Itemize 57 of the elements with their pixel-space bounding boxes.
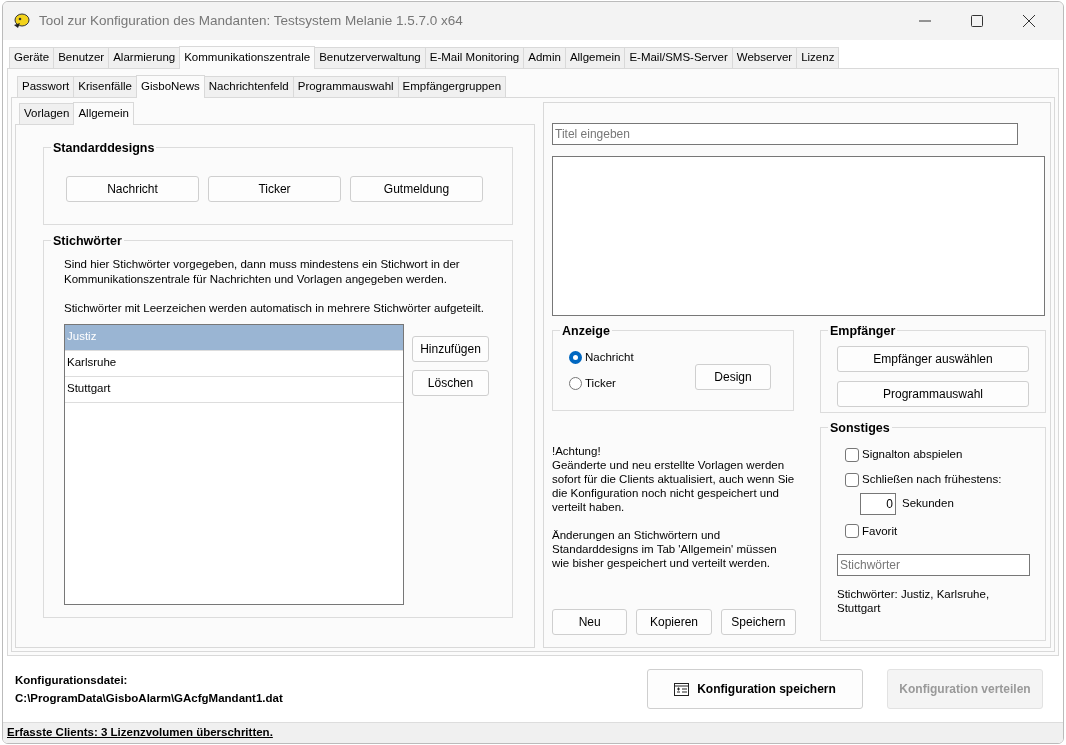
tab[interactable]: E-Mail Monitoring [424,47,525,68]
list-item[interactable]: Stuttgart [65,377,403,403]
hint-text: Stichwörter mit Leerzeichen werden automatisch in mehrere Stichwörter aufgeteilt. [64,301,485,316]
radio-option[interactable]: Ticker [569,374,695,392]
button[interactable]: Kopieren [636,609,712,635]
list-item[interactable]: Karlsruhe [65,351,403,377]
keyword-summary: Stichwörter: Justiz, Karlsruhe, Stuttgart [837,586,991,615]
checkbox-option[interactable]: Schließen nach frühestens: [837,471,1031,489]
button[interactable]: Design [695,363,771,390]
tab[interactable]: Kommunikationszentrale [179,46,316,69]
hint-text: Sind hier Stichwörter vorgegeben, dann muss mindestens ein Stichwort in der Kommunikationszentrale für Nachrichten und Vorlagen angegeben werden. [64,257,461,287]
maximize-icon[interactable] [970,14,984,28]
tab[interactable]: Allgemein [73,102,134,125]
notice-text: Änderungen an Stichwörtern und Standarddesigns im Tab 'Allgemein' müssen wie bisher gespeichert und verteilt werden. [552,528,778,570]
tab[interactable]: Passwort [17,76,75,97]
status-text: Erfasste Clients: 3 Lizenzvolumen überschritten. [7,726,273,738]
tab[interactable]: Lizenz [796,47,840,68]
number-field[interactable]: 0 [860,492,896,515]
tab[interactable]: Alarmierung [108,47,181,68]
checkbox-option[interactable]: Favorit [837,522,1031,540]
button[interactable]: Speichern [720,609,796,635]
button[interactable]: Hinzufügen [412,336,489,362]
message-field[interactable] [552,156,1045,316]
window-title: Tool zur Konfiguration des Mandanten: Testsystem Melanie 1.5.7.0 x64 [39,11,464,30]
tab[interactable]: Nachrichtenfeld [203,76,294,97]
button[interactable]: Neu [552,609,628,635]
tab[interactable]: E-Mail/SMS-Server [624,47,733,68]
tab[interactable]: Vorlagen [19,103,75,124]
title-field[interactable]: Titel eingeben [552,123,1018,145]
tab[interactable]: GisboNews [136,75,205,98]
button[interactable]: Gutmeldung [350,176,483,202]
tab[interactable]: Allgemein [564,47,626,68]
tab[interactable]: Admin [523,47,566,68]
checkbox-option[interactable]: Signalton abspielen [837,446,1031,464]
notice-text: Geänderte und neu erstellte Vorlagen werden sofort für die Clients aktualisiert, auch wenn Sie die Konfiguration noch nicht gespeichert und verteilt haben. [552,458,796,514]
tab[interactable]: Webserver [731,47,798,68]
app-icon [11,12,31,30]
unit-label: Sekunden [902,495,954,511]
tab[interactable]: Benutzer [53,47,110,68]
file-path: C:\ProgramData\GisboAlarm\GAcfgMandant1.dat [15,691,284,706]
button[interactable]: Nachricht [66,176,199,202]
config-icon [674,682,690,696]
button[interactable]: Löschen [412,370,489,396]
notice-heading: !Achtung! [552,444,602,458]
button[interactable]: Empfänger auswählen [837,346,1029,372]
tab[interactable]: Krisenfälle [73,76,137,97]
tab[interactable]: Empfängergruppen [397,76,507,97]
tab[interactable]: Geräte [9,47,55,68]
file-label: Konfigurationsdatei: [15,673,129,688]
tab[interactable]: Programmauswahl [292,76,399,97]
button[interactable]: Ticker [208,176,341,202]
close-icon[interactable] [1022,14,1036,28]
tab[interactable]: Benutzerverwaltung [314,47,426,68]
button[interactable]: Programmauswahl [837,381,1029,407]
save-button[interactable]: Konfiguration speichern [647,669,863,709]
keyword-field[interactable]: Stichwörter [837,553,1030,576]
radio-option[interactable]: Nachricht [569,349,695,367]
